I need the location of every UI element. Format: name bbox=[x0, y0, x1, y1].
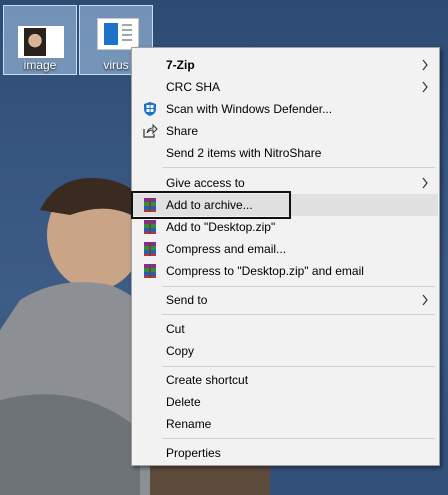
menu-item-nitroshare[interactable]: Send 2 items with NitroShare bbox=[133, 142, 438, 164]
menu-item-rename[interactable]: Rename bbox=[133, 413, 438, 435]
menu-item-label: Rename bbox=[166, 417, 212, 431]
menu-item-cut[interactable]: Cut bbox=[133, 318, 438, 340]
menu-item-share[interactable]: Share bbox=[133, 120, 438, 142]
menu-item-label: Give access to bbox=[166, 176, 245, 190]
menu-item-label: Scan with Windows Defender... bbox=[166, 102, 333, 116]
menu-item-label: Share bbox=[166, 124, 199, 138]
menu-item-label: Copy bbox=[166, 344, 195, 358]
menu-item-delete[interactable]: Delete bbox=[133, 391, 438, 413]
menu-item-crc-sha[interactable]: CRC SHA bbox=[133, 76, 438, 98]
winrar-icon bbox=[144, 264, 156, 278]
menu-item-label: Delete bbox=[166, 395, 201, 409]
desktop-icon-image[interactable]: image bbox=[3, 5, 77, 75]
chevron-right-icon bbox=[422, 294, 428, 306]
share-icon bbox=[143, 123, 158, 138]
desktop-icon-label: image bbox=[23, 58, 57, 72]
image-thumbnail-icon bbox=[18, 26, 64, 58]
chevron-right-icon bbox=[422, 81, 428, 93]
winrar-icon bbox=[144, 242, 156, 256]
menu-separator bbox=[162, 438, 435, 439]
winrar-icon bbox=[144, 220, 156, 234]
menu-item-send-to[interactable]: Send to bbox=[133, 289, 438, 311]
menu-item-label: Add to "Desktop.zip" bbox=[166, 220, 276, 234]
menu-item-label: Cut bbox=[166, 322, 185, 336]
selection-highlight-box bbox=[131, 191, 291, 219]
menu-item-label: 7-Zip bbox=[166, 58, 195, 72]
menu-item-label: Compress and email... bbox=[166, 242, 287, 256]
menu-item-copy[interactable]: Copy bbox=[133, 340, 438, 362]
menu-item-7zip[interactable]: 7-Zip bbox=[133, 54, 438, 76]
menu-item-label: Properties bbox=[166, 446, 221, 460]
document-thumbnail-icon bbox=[97, 18, 139, 50]
chevron-right-icon bbox=[422, 177, 428, 189]
menu-item-scan-defender[interactable]: Scan with Windows Defender... bbox=[133, 98, 438, 120]
menu-item-label: Send to bbox=[166, 293, 208, 307]
menu-separator bbox=[162, 286, 435, 287]
menu-item-label: Create shortcut bbox=[166, 373, 249, 387]
menu-item-label: Compress to "Desktop.zip" and email bbox=[166, 264, 364, 278]
menu-separator bbox=[162, 314, 435, 315]
windows-defender-icon bbox=[144, 102, 156, 116]
menu-item-compress-desktop-zip-email[interactable]: Compress to "Desktop.zip" and email bbox=[133, 260, 438, 282]
menu-item-label: CRC SHA bbox=[166, 80, 221, 94]
context-menu: 7-Zip CRC SHA Scan with Windows Defender… bbox=[131, 47, 440, 466]
menu-item-label: Send 2 items with NitroShare bbox=[166, 146, 322, 160]
menu-item-compress-email[interactable]: Compress and email... bbox=[133, 238, 438, 260]
menu-item-add-to-desktop-zip[interactable]: Add to "Desktop.zip" bbox=[133, 216, 438, 238]
menu-item-properties[interactable]: Properties bbox=[133, 442, 438, 464]
chevron-right-icon bbox=[422, 59, 428, 71]
menu-separator bbox=[162, 167, 435, 168]
menu-separator bbox=[162, 366, 435, 367]
menu-item-create-shortcut[interactable]: Create shortcut bbox=[133, 369, 438, 391]
